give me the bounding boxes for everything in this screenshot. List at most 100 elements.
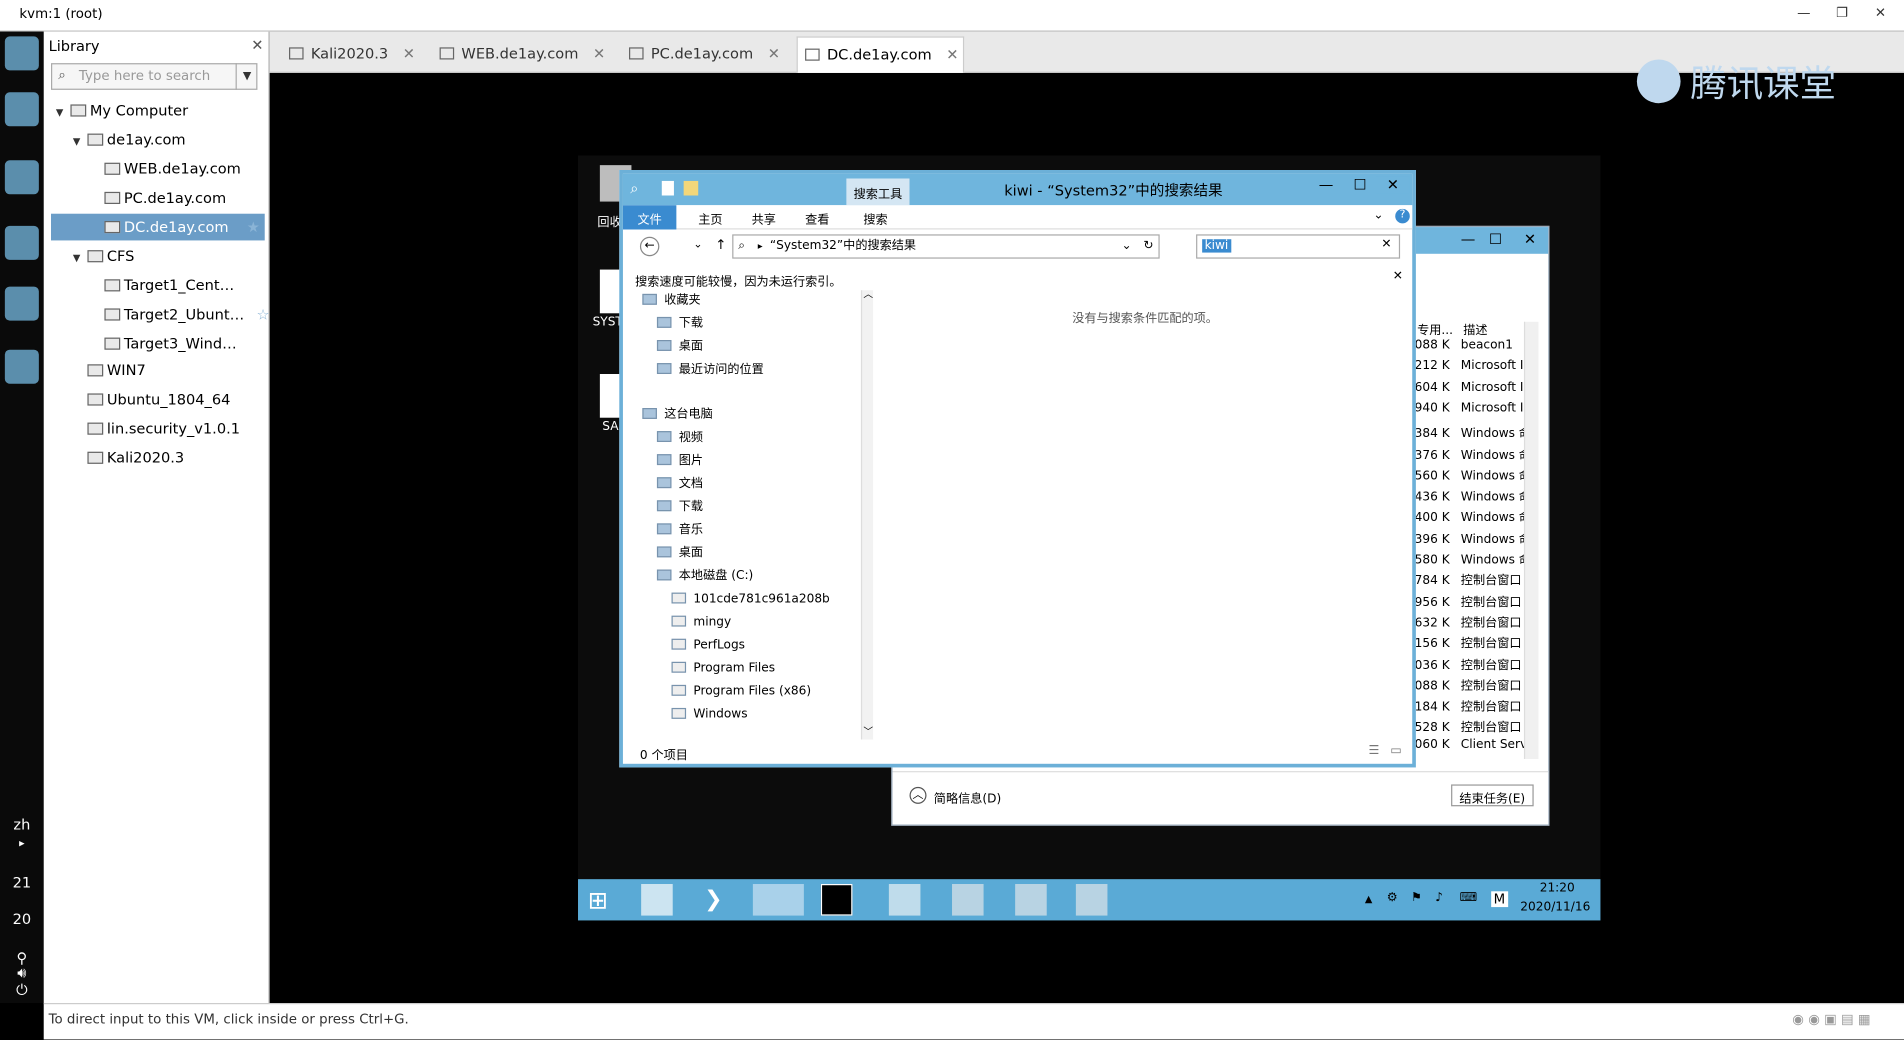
table-row[interactable]: 156 K 控制台窗口 [1415, 633, 1541, 651]
tree-item-cfs[interactable]: ▼ CFS [73, 243, 267, 270]
close-icon[interactable]: ✕ [1381, 238, 1391, 251]
ime-indicator[interactable]: M [1491, 891, 1508, 908]
tab-pc[interactable]: PC.de1ay.com ✕ [622, 36, 780, 72]
close-icon[interactable]: ✕ [251, 36, 263, 53]
keyboard-icon[interactable]: ⌨ [1460, 891, 1478, 904]
nav-item[interactable]: Program Files [671, 658, 775, 680]
tab-view[interactable]: 查看 [805, 209, 829, 227]
chevron-up-icon[interactable]: ︿ [863, 288, 873, 301]
chevron-down-icon[interactable]: ▼ [73, 129, 88, 156]
taskmgr-icon[interactable] [1075, 884, 1108, 916]
clock-date[interactable]: 2020/11/16 [1520, 901, 1590, 914]
chevron-down-icon[interactable]: ⌄ [693, 239, 702, 251]
table-row[interactable]: 400 K Windows 命 [1415, 507, 1541, 525]
close-button[interactable]: ✕ [1875, 5, 1886, 21]
details-view-icon[interactable]: ☰ [1369, 744, 1380, 757]
chevron-down-icon[interactable]: ▼ [56, 100, 71, 127]
column-header-description[interactable]: 描述 [1463, 319, 1487, 337]
language-indicator[interactable]: zh [0, 816, 44, 833]
tab-home[interactable]: 主页 [698, 209, 722, 227]
table-row[interactable]: 036 K 控制台窗口 [1415, 654, 1541, 672]
table-row[interactable]: 940 K Microsoft I [1415, 402, 1541, 415]
tree-item-linsecurity[interactable]: lin.security_v1.0.1 [87, 415, 267, 442]
column-header-memory[interactable]: 专用... [1417, 319, 1453, 337]
nav-item[interactable]: 本地磁盘 (C:) [656, 566, 753, 588]
chevron-down-icon[interactable]: ▼ [235, 63, 258, 90]
powershell-icon[interactable]: ❯ [704, 884, 736, 916]
tree-item-web[interactable]: WEB.de1ay.com [104, 155, 267, 182]
close-button[interactable]: ✕ [1524, 231, 1536, 248]
refresh-icon[interactable]: ↻ [1143, 236, 1153, 258]
chevron-down-icon[interactable]: ﹀ [863, 725, 873, 738]
up-button[interactable]: ↑ [715, 237, 726, 253]
minimize-button[interactable]: — [1461, 231, 1476, 248]
device-icons[interactable]: ◉ ◉ ▣ ▤ ▦ [1792, 1012, 1870, 1028]
tab-share[interactable]: 共享 [752, 209, 776, 227]
windows-start-icon[interactable]: ⊞ [588, 884, 620, 916]
table-row[interactable]: 184 K 控制台窗口 [1415, 696, 1541, 714]
nav-item[interactable]: 视频 [656, 427, 703, 449]
server-manager-icon[interactable] [641, 884, 673, 916]
maximize-button[interactable]: ☐ [1489, 231, 1502, 248]
close-icon[interactable]: ✕ [403, 45, 415, 62]
tab-file[interactable]: 文件 [622, 205, 677, 230]
network-icon[interactable] [888, 884, 921, 916]
nav-item[interactable]: 音乐 [656, 520, 703, 542]
nav-item[interactable]: 下载 [656, 497, 703, 519]
chevron-down-icon[interactable]: ⌄ [1122, 236, 1132, 258]
flag-icon[interactable]: ⚑ [1411, 891, 1422, 904]
tree-item-win7[interactable]: WIN7 [87, 357, 267, 384]
end-task-button[interactable]: 结束任务(E) [1450, 784, 1534, 807]
table-row[interactable]: 784 K 控制台窗口 [1415, 570, 1541, 588]
maximize-button[interactable]: ☐ [1344, 176, 1376, 193]
power-icon[interactable]: ⏻ [0, 981, 44, 999]
scrollbar[interactable] [1523, 321, 1539, 759]
tab-search[interactable]: 搜索 [863, 209, 887, 227]
table-row[interactable]: 580 K Windows 命 [1415, 549, 1541, 567]
nav-item[interactable]: 收藏夹 [642, 290, 701, 312]
app-icon-1[interactable] [4, 36, 39, 71]
table-row[interactable]: 376 K Windows 命 [1415, 444, 1541, 462]
app-icon-3[interactable] [4, 160, 39, 195]
tab-kali[interactable]: Kali2020.3 ✕ [282, 36, 415, 72]
minimize-button[interactable]: — [1797, 5, 1810, 21]
chevron-up-icon[interactable]: ▲ [1365, 894, 1372, 905]
nav-item[interactable]: 下载 [656, 313, 703, 335]
chevron-down-icon[interactable]: ⌄ [1373, 209, 1383, 222]
tree-item-de1ay[interactable]: ▼ de1ay.com [73, 126, 267, 153]
tree-item-target1[interactable]: Target1_Cent… [104, 272, 267, 299]
volume-icon[interactable]: 🔊︎ [0, 964, 44, 982]
folder-icon[interactable] [683, 180, 699, 196]
close-icon[interactable]: ✕ [768, 45, 780, 62]
table-row[interactable]: 956 K 控制台窗口 [1415, 591, 1541, 609]
properties-icon[interactable] [661, 180, 674, 196]
tree-item-pc[interactable]: PC.de1ay.com [104, 185, 267, 212]
back-button[interactable]: ← [639, 236, 660, 257]
speaker-icon[interactable]: ♪ [1435, 891, 1443, 904]
close-icon[interactable]: ✕ [1393, 270, 1403, 283]
table-row[interactable]: 088 K beacon1 [1415, 339, 1541, 352]
table-row[interactable]: 060 K Client Serv [1415, 738, 1541, 751]
nav-item[interactable]: 101cde781c961a208b [671, 589, 830, 611]
network-icon[interactable]: ⚙ [1387, 891, 1398, 904]
app-icon-2[interactable] [4, 92, 39, 127]
cmd-icon[interactable] [820, 884, 853, 916]
close-icon[interactable]: ✕ [946, 46, 958, 63]
app-icon-4[interactable] [4, 225, 39, 260]
large-icons-view-icon[interactable]: ▭ [1390, 744, 1401, 757]
nav-item[interactable]: Program Files (x86) [671, 681, 811, 703]
nav-item[interactable]: 图片 [656, 451, 703, 473]
table-row[interactable]: 528 K 控制台窗口 [1415, 717, 1541, 735]
app-icon[interactable] [952, 884, 984, 916]
nav-item[interactable]: 桌面 [656, 336, 703, 358]
address-bar[interactable]: ⌕ ▸ “System32”中的搜索结果 ⌄ ↻ [732, 234, 1160, 259]
explorer-window[interactable]: ⌕ 搜索工具 kiwi - “System32”中的搜索结果 — ☐ ✕ 文件 … [619, 170, 1416, 768]
tab-web[interactable]: WEB.de1ay.com ✕ [432, 36, 605, 72]
nav-item[interactable]: 最近访问的位置 [656, 359, 764, 381]
table-row[interactable]: 632 K 控制台窗口 [1415, 612, 1541, 630]
chevron-down-icon[interactable]: ▼ [73, 245, 88, 272]
clock-time[interactable]: 21:20 [1540, 882, 1575, 895]
nav-item[interactable]: 桌面 [656, 543, 703, 565]
help-icon[interactable]: ? [1395, 208, 1410, 224]
nav-item[interactable]: PerfLogs [671, 635, 745, 657]
